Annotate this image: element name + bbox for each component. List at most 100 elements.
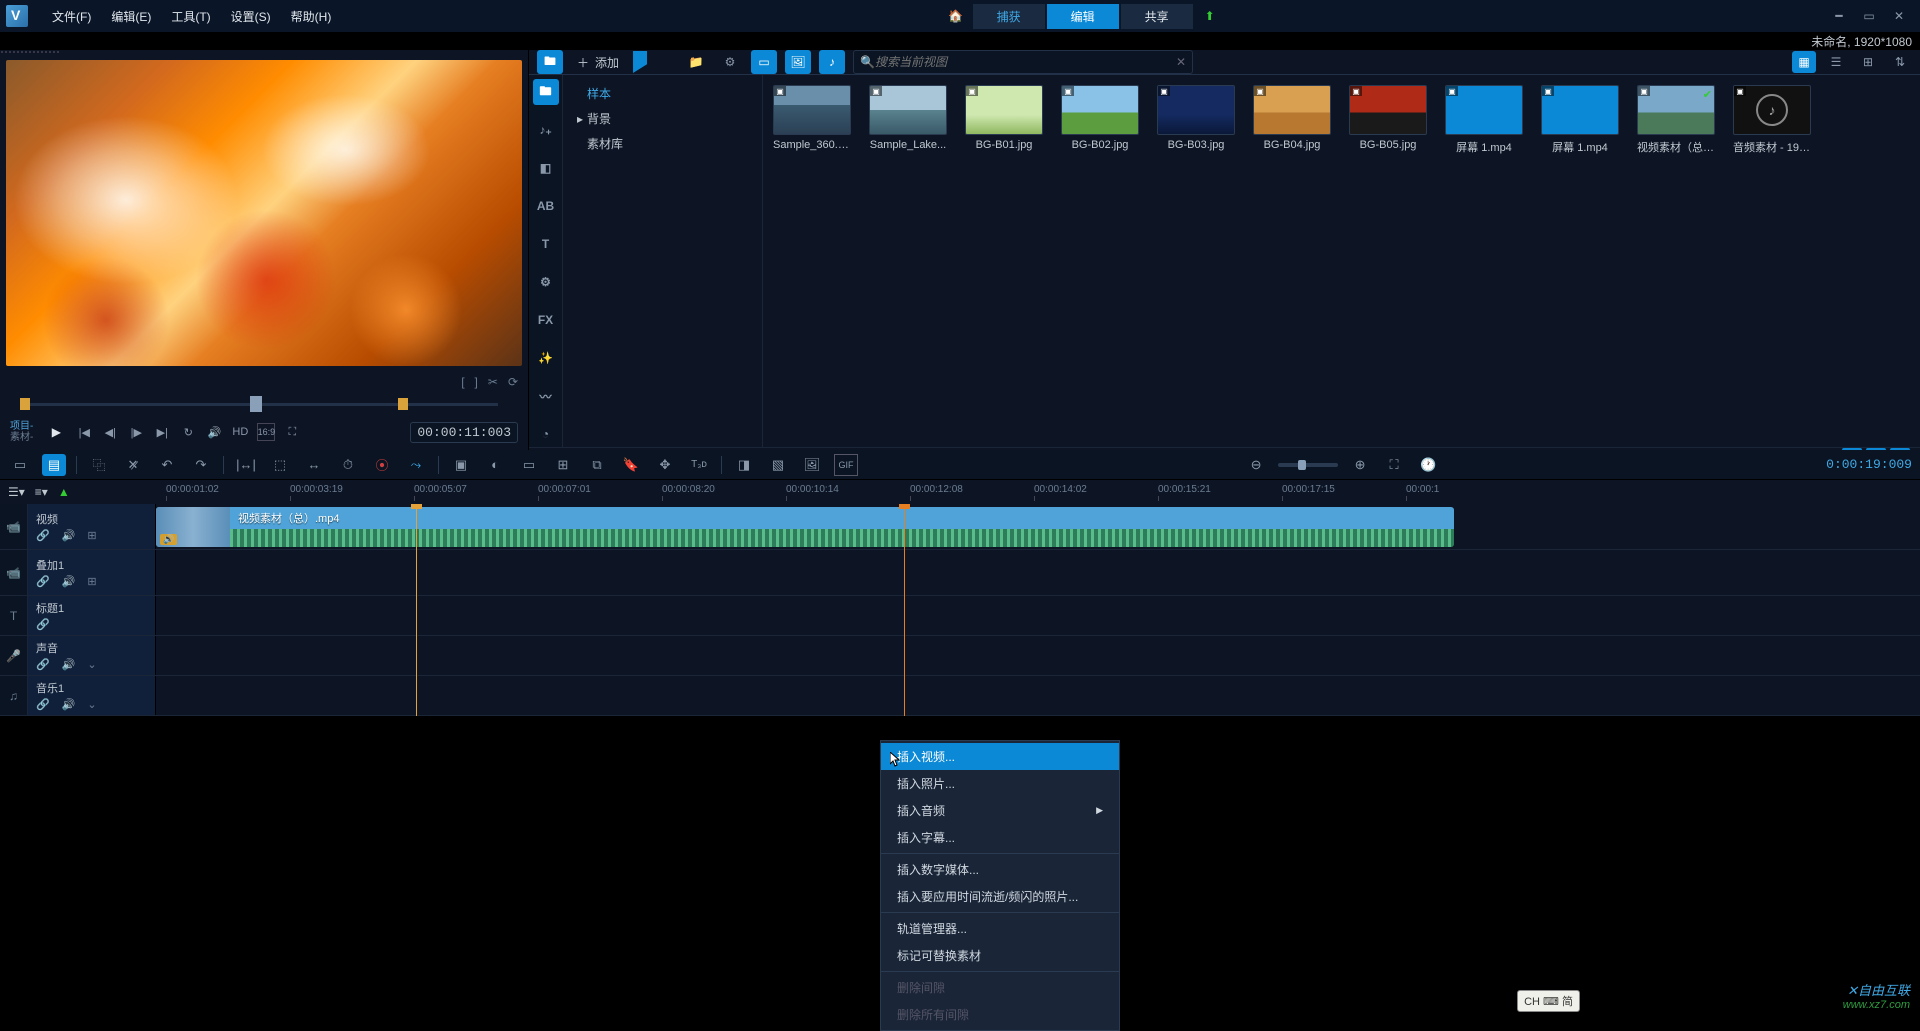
track-voice-body[interactable]: [156, 636, 1920, 675]
library-item[interactable]: ▣屏幕 1.mp4: [1445, 85, 1523, 155]
view-thumbnails[interactable]: ▦: [1792, 51, 1816, 73]
clear-search-icon[interactable]: ✕: [1176, 55, 1186, 69]
split-icon[interactable]: ✂: [488, 375, 498, 389]
tl-grid-icon[interactable]: ⊞: [551, 454, 575, 476]
zoom-fit-icon[interactable]: ⛶: [1382, 454, 1406, 476]
timeline-ruler[interactable]: 00:00:01:0200:00:03:1900:00:05:0700:00:0…: [156, 480, 1920, 504]
repeat-icon[interactable]: ⟳: [508, 375, 518, 389]
sidebar-blend-icon[interactable]: ◧: [533, 155, 559, 181]
library-item[interactable]: ▣BG-B05.jpg: [1349, 85, 1427, 155]
track-overlay-icon[interactable]: 📹: [0, 550, 28, 595]
zoom-slider[interactable]: [1278, 463, 1338, 467]
ctx-insert-audio[interactable]: 插入音频▶: [881, 797, 1119, 824]
library-grid[interactable]: ▣Sample_360.m...▣Sample_Lake...▣BG-B01.j…: [763, 75, 1920, 447]
library-item[interactable]: ▣BG-B02.jpg: [1061, 85, 1139, 155]
tl-clock-icon[interactable]: 🕐: [1416, 454, 1440, 476]
panel-grip[interactable]: [0, 50, 60, 56]
track-music-icon[interactable]: ♫: [0, 676, 28, 715]
preview-timecode[interactable]: 00:00:11:003: [410, 422, 518, 443]
search-input[interactable]: [875, 55, 1176, 69]
tl-speed-icon[interactable]: ⏱: [336, 454, 360, 476]
window-minimize[interactable]: ━: [1824, 7, 1854, 25]
tl-3d-icon[interactable]: T₃ᴅ: [687, 454, 711, 476]
zoom-in-icon[interactable]: ⊕: [1348, 454, 1372, 476]
add-button[interactable]: ＋添加: [571, 54, 625, 71]
track-overlay-body[interactable]: [156, 550, 1920, 595]
tl-gif-icon[interactable]: GIF: [834, 454, 858, 476]
mute-icon[interactable]: 🔊: [62, 658, 76, 671]
track-video-body[interactable]: 视频素材（总）.mp4 🔊: [156, 504, 1920, 549]
tl-split-icon[interactable]: ⧉: [585, 454, 609, 476]
goto-end-button[interactable]: ▶|: [153, 423, 171, 441]
track-title-icon[interactable]: T: [0, 596, 28, 635]
view-list[interactable]: ☰: [1824, 51, 1848, 73]
volume-icon[interactable]: 🔊: [205, 423, 223, 441]
tl-chroma-icon[interactable]: ◐: [483, 454, 507, 476]
tl-record-icon[interactable]: ⦿: [370, 454, 394, 476]
mute-icon[interactable]: 🔊: [62, 698, 76, 711]
sort-button[interactable]: ⇅: [1888, 51, 1912, 73]
tl-color-icon[interactable]: ▧: [766, 454, 790, 476]
search-box[interactable]: 🔍 ✕: [853, 50, 1193, 74]
track-video-icon[interactable]: 📹: [0, 504, 28, 549]
library-item[interactable]: ▣BG-B03.jpg: [1157, 85, 1235, 155]
menu-tools[interactable]: 工具(T): [161, 4, 220, 29]
link-icon[interactable]: 🔗: [36, 658, 50, 671]
tl-undo-icon[interactable]: ↶: [155, 454, 179, 476]
library-item[interactable]: ▣Sample_360.m...: [773, 85, 851, 155]
library-item[interactable]: ▣✔视频素材（总）...: [1637, 85, 1715, 155]
ime-indicator[interactable]: CH ⌨ 简: [1517, 990, 1580, 1012]
track-voice-icon[interactable]: 🎤: [0, 636, 28, 675]
filter-audio-icon[interactable]: ♪: [819, 50, 845, 74]
ctx-insert-video[interactable]: 插入视频...: [881, 743, 1119, 770]
next-frame-button[interactable]: |▶: [127, 423, 145, 441]
tab-capture[interactable]: 捕获: [973, 4, 1045, 29]
preview-scrubber[interactable]: [10, 394, 518, 414]
sidebar-gear-icon[interactable]: ⚙: [533, 269, 559, 295]
tl-timeline-icon[interactable]: ▤: [42, 454, 66, 476]
tl-motion-icon[interactable]: ⤳: [404, 454, 428, 476]
window-close[interactable]: ✕: [1884, 7, 1914, 25]
tl-stretch-icon[interactable]: ↔: [302, 454, 326, 476]
tl-marker-icon[interactable]: 🔖: [619, 454, 643, 476]
track-sort-icon[interactable]: ≡▾: [35, 485, 48, 499]
playhead-marker-2[interactable]: [904, 504, 905, 716]
sidebar-wand-icon[interactable]: ✨: [533, 345, 559, 371]
menu-settings[interactable]: 设置(S): [221, 4, 281, 29]
view-grid[interactable]: ⊞: [1856, 51, 1880, 73]
sidebar-fx-icon[interactable]: FX: [533, 307, 559, 333]
mute-icon[interactable]: 🔊: [62, 529, 76, 542]
tl-frame-icon[interactable]: ▭: [517, 454, 541, 476]
lock-icon[interactable]: ⊞: [87, 575, 96, 588]
tl-copy-icon[interactable]: ⿻: [87, 454, 111, 476]
tl-redo-icon[interactable]: ↷: [189, 454, 213, 476]
track-title-body[interactable]: [156, 596, 1920, 635]
ctx-insert-photo[interactable]: 插入照片...: [881, 770, 1119, 797]
playhead-marker-1[interactable]: [416, 504, 417, 716]
upload-icon[interactable]: ⬆: [1196, 5, 1224, 27]
mark-in-icon[interactable]: [: [461, 375, 464, 389]
gear-icon[interactable]: ⚙: [717, 50, 743, 74]
goto-start-button[interactable]: |◀: [75, 423, 93, 441]
tl-picture-icon[interactable]: 🖼: [800, 454, 824, 476]
filter-photo-icon[interactable]: 🖼: [785, 50, 811, 74]
timeline-timecode[interactable]: 0:00:19:009: [1826, 457, 1912, 472]
menu-edit[interactable]: 编辑(E): [101, 4, 161, 29]
window-maximize[interactable]: ▭: [1854, 7, 1884, 25]
menu-file[interactable]: 文件(F): [42, 4, 101, 29]
prev-frame-button[interactable]: ◀|: [101, 423, 119, 441]
tl-pan-icon[interactable]: ✥: [653, 454, 677, 476]
chevron-down-icon[interactable]: ⌄: [87, 698, 96, 711]
import-folder-icon[interactable]: 📁: [683, 50, 709, 74]
tl-trim-icon[interactable]: |↔|: [234, 454, 258, 476]
play-button[interactable]: ▶: [45, 421, 67, 443]
video-clip[interactable]: 视频素材（总）.mp4 🔊: [156, 507, 1454, 547]
tree-background[interactable]: ▸背景: [563, 106, 762, 131]
menu-help[interactable]: 帮助(H): [281, 4, 342, 29]
library-item[interactable]: ▣BG-B04.jpg: [1253, 85, 1331, 155]
favorite-flag-icon[interactable]: [633, 51, 647, 73]
ctx-insert-timelapse[interactable]: 插入要应用时间流逝/频闪的照片...: [881, 883, 1119, 910]
loop-button[interactable]: ↻: [179, 423, 197, 441]
tl-tools-icon[interactable]: ✕̷: [121, 454, 145, 476]
tab-edit[interactable]: 编辑: [1047, 4, 1119, 29]
